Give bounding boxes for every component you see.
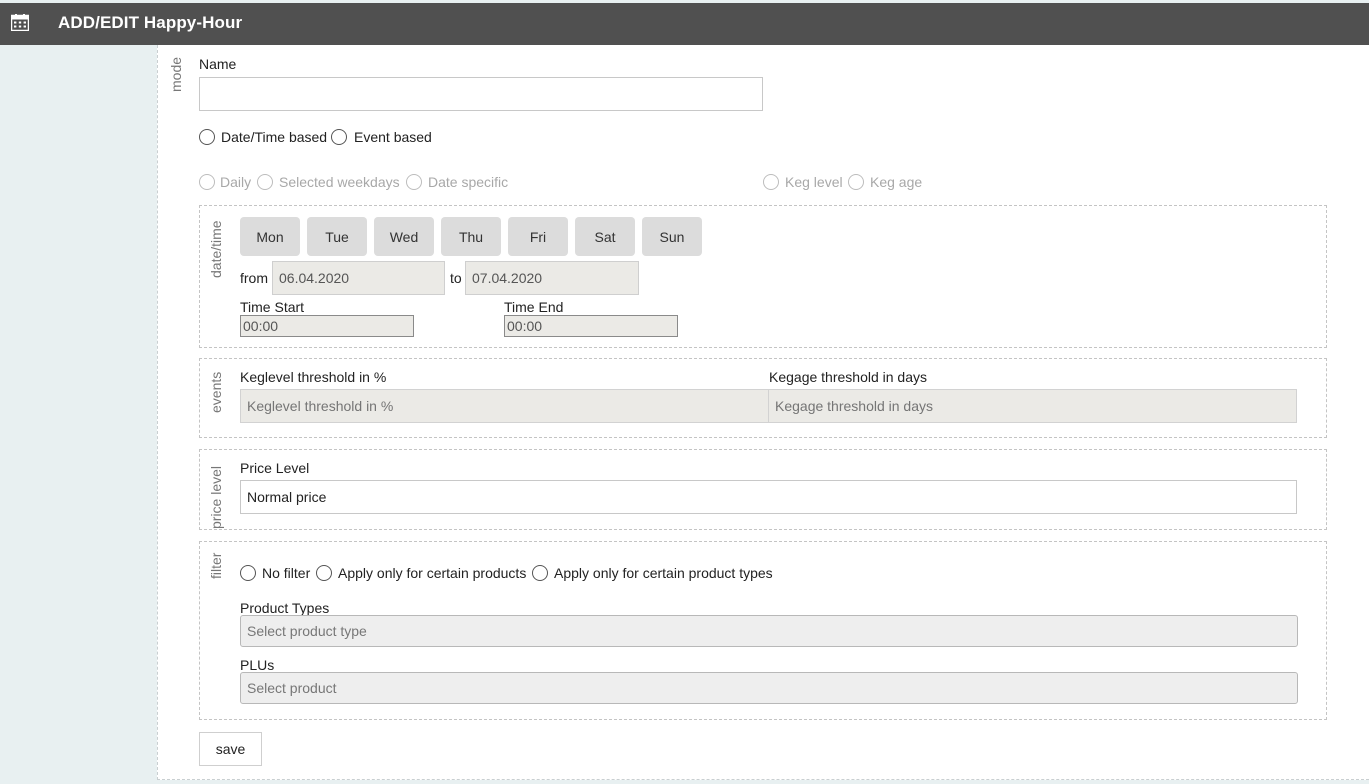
radio-selected-weekdays-label[interactable]: Selected weekdays bbox=[279, 174, 400, 190]
product-types-placeholder: Select product type bbox=[247, 623, 367, 639]
radio-certain-product-types[interactable] bbox=[532, 565, 548, 581]
price-level-input[interactable] bbox=[240, 480, 1297, 514]
product-types-select[interactable]: Select product type bbox=[240, 615, 1298, 647]
day-button-wed[interactable]: Wed bbox=[374, 217, 434, 256]
radio-event-based[interactable] bbox=[331, 129, 347, 145]
events-fieldset: events Keglevel threshold in % Kegage th… bbox=[199, 358, 1327, 438]
plus-select[interactable]: Select product bbox=[240, 672, 1298, 704]
plus-label: PLUs bbox=[240, 657, 275, 673]
day-button-tue[interactable]: Tue bbox=[307, 217, 367, 256]
time-start-input[interactable] bbox=[240, 315, 414, 337]
radio-daily-label[interactable]: Daily bbox=[220, 174, 251, 190]
happy-hour-form: mode Name Date/Time based Event based Da… bbox=[157, 45, 1369, 780]
radio-certain-product-types-label[interactable]: Apply only for certain product types bbox=[554, 565, 773, 581]
from-date-input[interactable] bbox=[272, 261, 445, 295]
radio-date-specific[interactable] bbox=[406, 174, 422, 190]
calendar-icon bbox=[11, 14, 29, 31]
radio-no-filter[interactable] bbox=[240, 565, 256, 581]
day-button-sat[interactable]: Sat bbox=[575, 217, 635, 256]
name-input[interactable] bbox=[199, 77, 763, 111]
radio-datetime-based-label[interactable]: Date/Time based bbox=[221, 129, 327, 145]
filter-section-label: filter bbox=[208, 552, 224, 579]
datetime-fieldset: date/time Mon Tue Wed Thu Fri Sat Sun fr… bbox=[199, 205, 1327, 348]
to-label: to bbox=[450, 270, 462, 286]
to-date-input[interactable] bbox=[465, 261, 639, 295]
radio-daily[interactable] bbox=[199, 174, 215, 190]
from-label: from bbox=[240, 270, 268, 286]
radio-keg-level-label[interactable]: Keg level bbox=[785, 174, 843, 190]
keglevel-label: Keglevel threshold in % bbox=[240, 369, 387, 385]
keglevel-input[interactable] bbox=[240, 389, 769, 423]
plus-placeholder: Select product bbox=[247, 680, 337, 696]
radio-event-based-label[interactable]: Event based bbox=[354, 129, 432, 145]
kegage-input[interactable] bbox=[768, 389, 1297, 423]
day-button-mon[interactable]: Mon bbox=[240, 217, 300, 256]
title-bar: ADD/EDIT Happy-Hour bbox=[0, 3, 1369, 45]
radio-datetime-based[interactable] bbox=[199, 129, 215, 145]
radio-certain-products[interactable] bbox=[316, 565, 332, 581]
time-end-input[interactable] bbox=[504, 315, 678, 337]
page-title: ADD/EDIT Happy-Hour bbox=[58, 13, 243, 32]
datetime-section-label: date/time bbox=[208, 220, 224, 278]
radio-selected-weekdays[interactable] bbox=[257, 174, 273, 190]
product-types-label: Product Types bbox=[240, 600, 330, 616]
save-button[interactable]: save bbox=[199, 732, 262, 766]
time-end-label: Time End bbox=[504, 299, 564, 315]
day-button-fri[interactable]: Fri bbox=[508, 217, 568, 256]
price-level-section-label: price level bbox=[208, 465, 224, 529]
name-label: Name bbox=[199, 56, 237, 72]
radio-certain-products-label[interactable]: Apply only for certain products bbox=[338, 565, 526, 581]
time-start-label: Time Start bbox=[240, 299, 305, 315]
price-level-fieldset: price level Price Level bbox=[199, 449, 1327, 530]
radio-no-filter-label[interactable]: No filter bbox=[262, 565, 310, 581]
radio-keg-age-label[interactable]: Keg age bbox=[870, 174, 922, 190]
radio-keg-age[interactable] bbox=[848, 174, 864, 190]
radio-date-specific-label[interactable]: Date specific bbox=[428, 174, 508, 190]
kegage-label: Kegage threshold in days bbox=[769, 369, 927, 385]
radio-keg-level[interactable] bbox=[763, 174, 779, 190]
mode-section-label: mode bbox=[168, 56, 184, 92]
price-level-label: Price Level bbox=[240, 460, 310, 476]
events-section-label: events bbox=[208, 371, 224, 413]
day-button-thu[interactable]: Thu bbox=[441, 217, 501, 256]
filter-fieldset: filter No filter Apply only for certain … bbox=[199, 541, 1327, 720]
day-button-sun[interactable]: Sun bbox=[642, 217, 702, 256]
